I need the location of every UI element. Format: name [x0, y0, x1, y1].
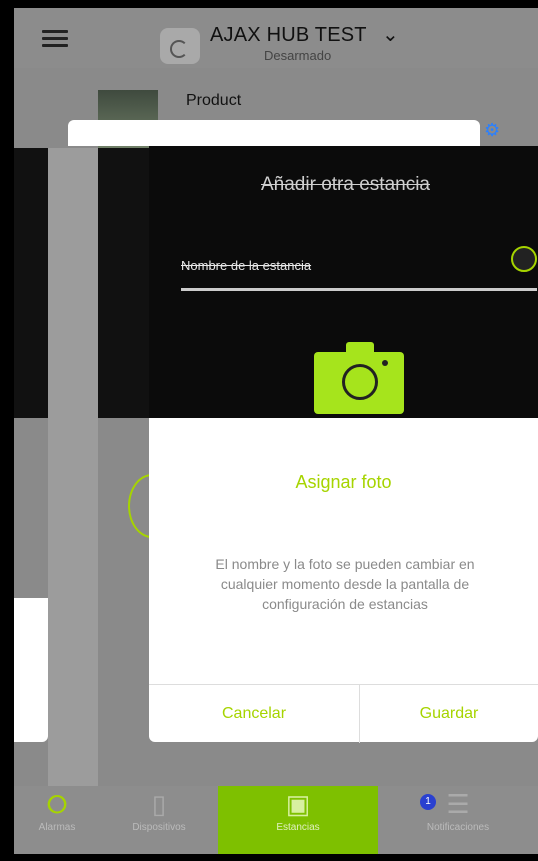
add-room-dialog-body: Asignar foto El nombre y la foto se pued… [149, 418, 538, 743]
dialog-info-text: El nombre y la foto se pueden cambiar en… [215, 556, 475, 612]
camera-lens [342, 364, 378, 400]
dialog-title: Añadir otra estancia [261, 174, 430, 195]
grid-circles-icon: ⭘ [46, 789, 68, 819]
dialog-top-edge [68, 120, 480, 146]
clear-field-icon[interactable] [511, 246, 537, 272]
tab-label: Alarmas [38, 822, 76, 833]
menu-icon[interactable] [42, 30, 68, 48]
tab-rooms[interactable]: ▣ Estancias [218, 786, 378, 854]
app-screen: AJAX HUB TEST ⌄ Desarmado Product ⚙ 2 Añ… [14, 8, 538, 854]
room-name-label: Nombre de la estancia [181, 258, 312, 273]
side-strip [48, 148, 98, 854]
assign-photo-link[interactable]: Asignar foto [149, 472, 538, 493]
device-icon: ▯ [151, 789, 167, 819]
app-header: AJAX HUB TEST ⌄ Desarmado [14, 8, 538, 68]
chevron-down-icon[interactable]: ⌄ [382, 22, 399, 47]
tab-label: Notificaciones [426, 822, 490, 833]
camera-flash [382, 360, 388, 366]
notifications-icon: ☰ [446, 789, 470, 819]
background-card [14, 598, 48, 742]
tab-label: Estancias [276, 822, 320, 833]
room-name: Product [186, 92, 242, 109]
hub-name[interactable]: AJAX HUB TEST [210, 24, 367, 47]
gear-icon[interactable]: ⚙ [484, 120, 500, 141]
tab-notifications[interactable]: ☰ Notificaciones [378, 786, 538, 854]
tab-alarms[interactable]: ⭘ Alarmas [14, 786, 100, 854]
hub-logo-icon [160, 28, 200, 64]
camera-icon[interactable] [314, 342, 404, 414]
tab-devices[interactable]: ▯ Dispositivos [100, 786, 218, 854]
notification-count-badge: 1 [420, 794, 436, 810]
save-button[interactable]: Guardar [360, 685, 538, 743]
hub-status: Desarmado [264, 48, 332, 63]
dialog-buttons: Cancelar Guardar [149, 684, 538, 743]
tab-label: Dispositivos [132, 822, 186, 833]
cancel-button[interactable]: Cancelar [149, 685, 360, 743]
rooms-icon: ▣ [285, 789, 311, 819]
bottom-navigation: ⭘ Alarmas ▯ Dispositivos ▣ Estancias ☰ N… [14, 786, 538, 854]
add-room-dialog-header: Añadir otra estancia Nombre de la estanc… [149, 146, 538, 418]
room-name-input[interactable] [181, 288, 537, 291]
